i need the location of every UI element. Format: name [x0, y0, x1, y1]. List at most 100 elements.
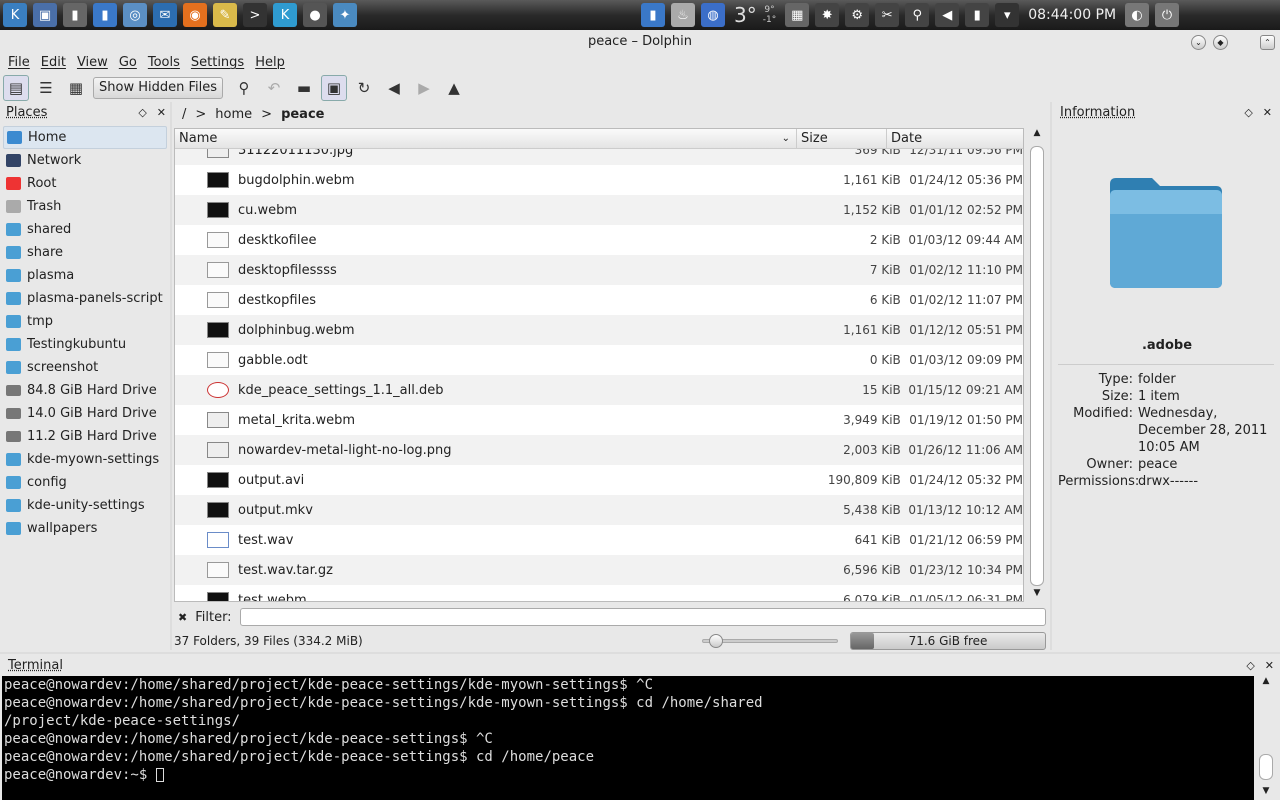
- table-row[interactable]: test.webm 6,079 KiB 01/05/12 06:31 PM: [175, 585, 1023, 601]
- menu-tools[interactable]: Tools: [148, 54, 180, 74]
- vertical-scrollbar[interactable]: ▲ ▼: [1028, 128, 1046, 602]
- icons-view-icon[interactable]: ▤: [3, 75, 29, 101]
- table-row[interactable]: desktopfilessss 7 KiB 01/02/12 11:10 PM: [175, 255, 1023, 285]
- table-row[interactable]: 31122011130.jpg 369 KiB 12/31/11 09:56 PM: [175, 149, 1023, 165]
- volume-icon[interactable]: ◀: [935, 3, 960, 27]
- preview-icon[interactable]: ▣: [321, 75, 347, 101]
- places-item[interactable]: kde-myown-settings: [3, 448, 167, 471]
- table-row[interactable]: destkopfiles 6 KiB 01/02/12 11:07 PM: [175, 285, 1023, 315]
- places-item[interactable]: 11.2 GiB Hard Drive: [3, 425, 167, 448]
- close-filter-icon[interactable]: ✖: [178, 611, 187, 624]
- places-item[interactable]: tmp: [3, 310, 167, 333]
- places-item[interactable]: kde-unity-settings: [3, 494, 167, 517]
- kmail-icon[interactable]: ✉: [153, 3, 177, 27]
- filter-input[interactable]: [239, 608, 1046, 626]
- search-app-icon[interactable]: ◎: [123, 3, 147, 27]
- notes-icon[interactable]: ✎: [213, 3, 237, 27]
- places-item[interactable]: Testingkubuntu: [3, 333, 167, 356]
- lock-screen-icon[interactable]: ◐: [1125, 3, 1150, 27]
- terminal-toggle-icon[interactable]: ▬: [291, 75, 317, 101]
- scissors-icon[interactable]: ✂: [875, 3, 900, 27]
- find-icon[interactable]: ⚲: [231, 75, 257, 101]
- crumb-separator[interactable]: >: [261, 107, 272, 122]
- settings-icon[interactable]: ⚙: [845, 3, 870, 27]
- splitter[interactable]: [1050, 102, 1052, 650]
- bookmark-icon[interactable]: ▮: [93, 3, 117, 27]
- crumb-current[interactable]: peace: [281, 107, 324, 122]
- table-row[interactable]: kde_peace_settings_1.1_all.deb 15 KiB 01/1…: [175, 375, 1023, 405]
- terminal-output[interactable]: peace@nowardev:/home/shared/project/kde-…: [2, 676, 1254, 800]
- places-item[interactable]: screenshot: [3, 356, 167, 379]
- tray-expand-icon[interactable]: ▾: [995, 3, 1020, 27]
- zoom-slider-handle[interactable]: [709, 634, 724, 648]
- menu-help[interactable]: Help: [255, 54, 285, 74]
- crumb-home[interactable]: home: [215, 107, 252, 122]
- table-row[interactable]: cu.webm 1,152 KiB 01/01/12 02:52 PM: [175, 195, 1023, 225]
- tray-globe-icon[interactable]: ◍: [701, 3, 725, 27]
- terminal-icon[interactable]: >: [243, 3, 267, 27]
- reload-icon[interactable]: ↻: [351, 75, 377, 101]
- float-panel-icon[interactable]: ◇: [138, 106, 146, 119]
- zoom-slider[interactable]: [702, 634, 838, 648]
- places-item[interactable]: Root: [3, 172, 167, 195]
- table-row[interactable]: test.wav.tar.gz 6,596 KiB 01/23/12 10:34 P…: [175, 555, 1023, 585]
- places-item[interactable]: 14.0 GiB Hard Drive: [3, 402, 167, 425]
- camera-icon[interactable]: ●: [303, 3, 327, 27]
- table-row[interactable]: desktkofilee 2 KiB 01/03/12 09:44 AM: [175, 225, 1023, 255]
- file-list[interactable]: Name ⌄ Size Date 31122011130.jpg 369 KiB 1…: [174, 128, 1024, 602]
- float-panel-icon[interactable]: ◇: [1244, 106, 1252, 119]
- forward-icon[interactable]: ▶: [411, 75, 437, 101]
- close-window-icon[interactable]: ⌃: [1260, 35, 1275, 50]
- up-icon[interactable]: ▲: [441, 75, 467, 101]
- details-view-icon[interactable]: ☰: [33, 75, 59, 101]
- kde-app-icon[interactable]: K: [273, 3, 297, 27]
- settings-app-icon[interactable]: ✦: [333, 3, 357, 27]
- menu-view[interactable]: View: [77, 54, 108, 74]
- burst-icon[interactable]: ✸: [815, 3, 840, 27]
- places-item[interactable]: plasma-panels-script: [3, 287, 167, 310]
- terminal-prompt-line[interactable]: peace@nowardev:~$: [4, 766, 1254, 784]
- splitter[interactable]: [0, 652, 1280, 654]
- close-panel-icon[interactable]: ✕: [157, 106, 166, 119]
- places-item[interactable]: plasma: [3, 264, 167, 287]
- show-hidden-files-button[interactable]: Show Hidden Files: [93, 77, 223, 99]
- tray-stamp-icon[interactable]: ♨: [671, 3, 695, 27]
- scrollbar-thumb[interactable]: [1259, 754, 1273, 780]
- places-item[interactable]: Trash: [3, 195, 167, 218]
- menu-edit[interactable]: Edit: [41, 54, 66, 74]
- size-column-header[interactable]: Size: [797, 129, 887, 149]
- terminal-scrollbar[interactable]: ▲ ▼: [1256, 676, 1276, 800]
- weather-temperature[interactable]: 3°: [734, 3, 757, 27]
- undo-icon[interactable]: ↶: [261, 75, 287, 101]
- back-icon[interactable]: ◀: [381, 75, 407, 101]
- crumb-separator[interactable]: >: [195, 107, 206, 122]
- battery-icon[interactable]: ▮: [965, 3, 990, 27]
- scroll-down-icon[interactable]: ▼: [1256, 786, 1276, 800]
- menu-go[interactable]: Go: [119, 54, 137, 74]
- scroll-up-icon[interactable]: ▲: [1256, 676, 1276, 690]
- places-item[interactable]: Network: [3, 149, 167, 172]
- float-panel-icon[interactable]: ◇: [1246, 659, 1254, 672]
- table-row[interactable]: metal_krita.webm 3,949 KiB 01/19/12 01:50 …: [175, 405, 1023, 435]
- menu-settings[interactable]: Settings: [191, 54, 244, 74]
- pager-icon[interactable]: ▦: [785, 3, 810, 27]
- minimize-icon[interactable]: ⌄: [1191, 35, 1206, 50]
- desktop-icon[interactable]: ▣: [33, 3, 57, 27]
- clock[interactable]: 08:44:00 PM: [1028, 7, 1116, 23]
- maximize-icon[interactable]: ◆: [1213, 35, 1228, 50]
- window-titlebar[interactable]: peace – Dolphin ⌄ ◆ ⌃: [0, 30, 1280, 54]
- places-item[interactable]: config: [3, 471, 167, 494]
- places-item[interactable]: share: [3, 241, 167, 264]
- scroll-up-icon[interactable]: ▲: [1028, 128, 1046, 142]
- table-row[interactable]: test.wav 641 KiB 01/21/12 06:59 PM: [175, 525, 1023, 555]
- splitter[interactable]: [170, 102, 172, 650]
- table-row[interactable]: output.mkv 5,438 KiB 01/13/12 10:12 AM: [175, 495, 1023, 525]
- places-item[interactable]: wallpapers: [3, 517, 167, 540]
- close-panel-icon[interactable]: ✕: [1265, 659, 1274, 672]
- table-row[interactable]: dolphinbug.webm 1,161 KiB 01/12/12 05:51 P…: [175, 315, 1023, 345]
- menu-file[interactable]: File: [8, 54, 30, 74]
- scrollbar-thumb[interactable]: [1030, 146, 1044, 586]
- clipboard-icon[interactable]: ▮: [63, 3, 87, 27]
- scroll-down-icon[interactable]: ▼: [1028, 588, 1046, 602]
- crumb-root[interactable]: /: [182, 107, 186, 122]
